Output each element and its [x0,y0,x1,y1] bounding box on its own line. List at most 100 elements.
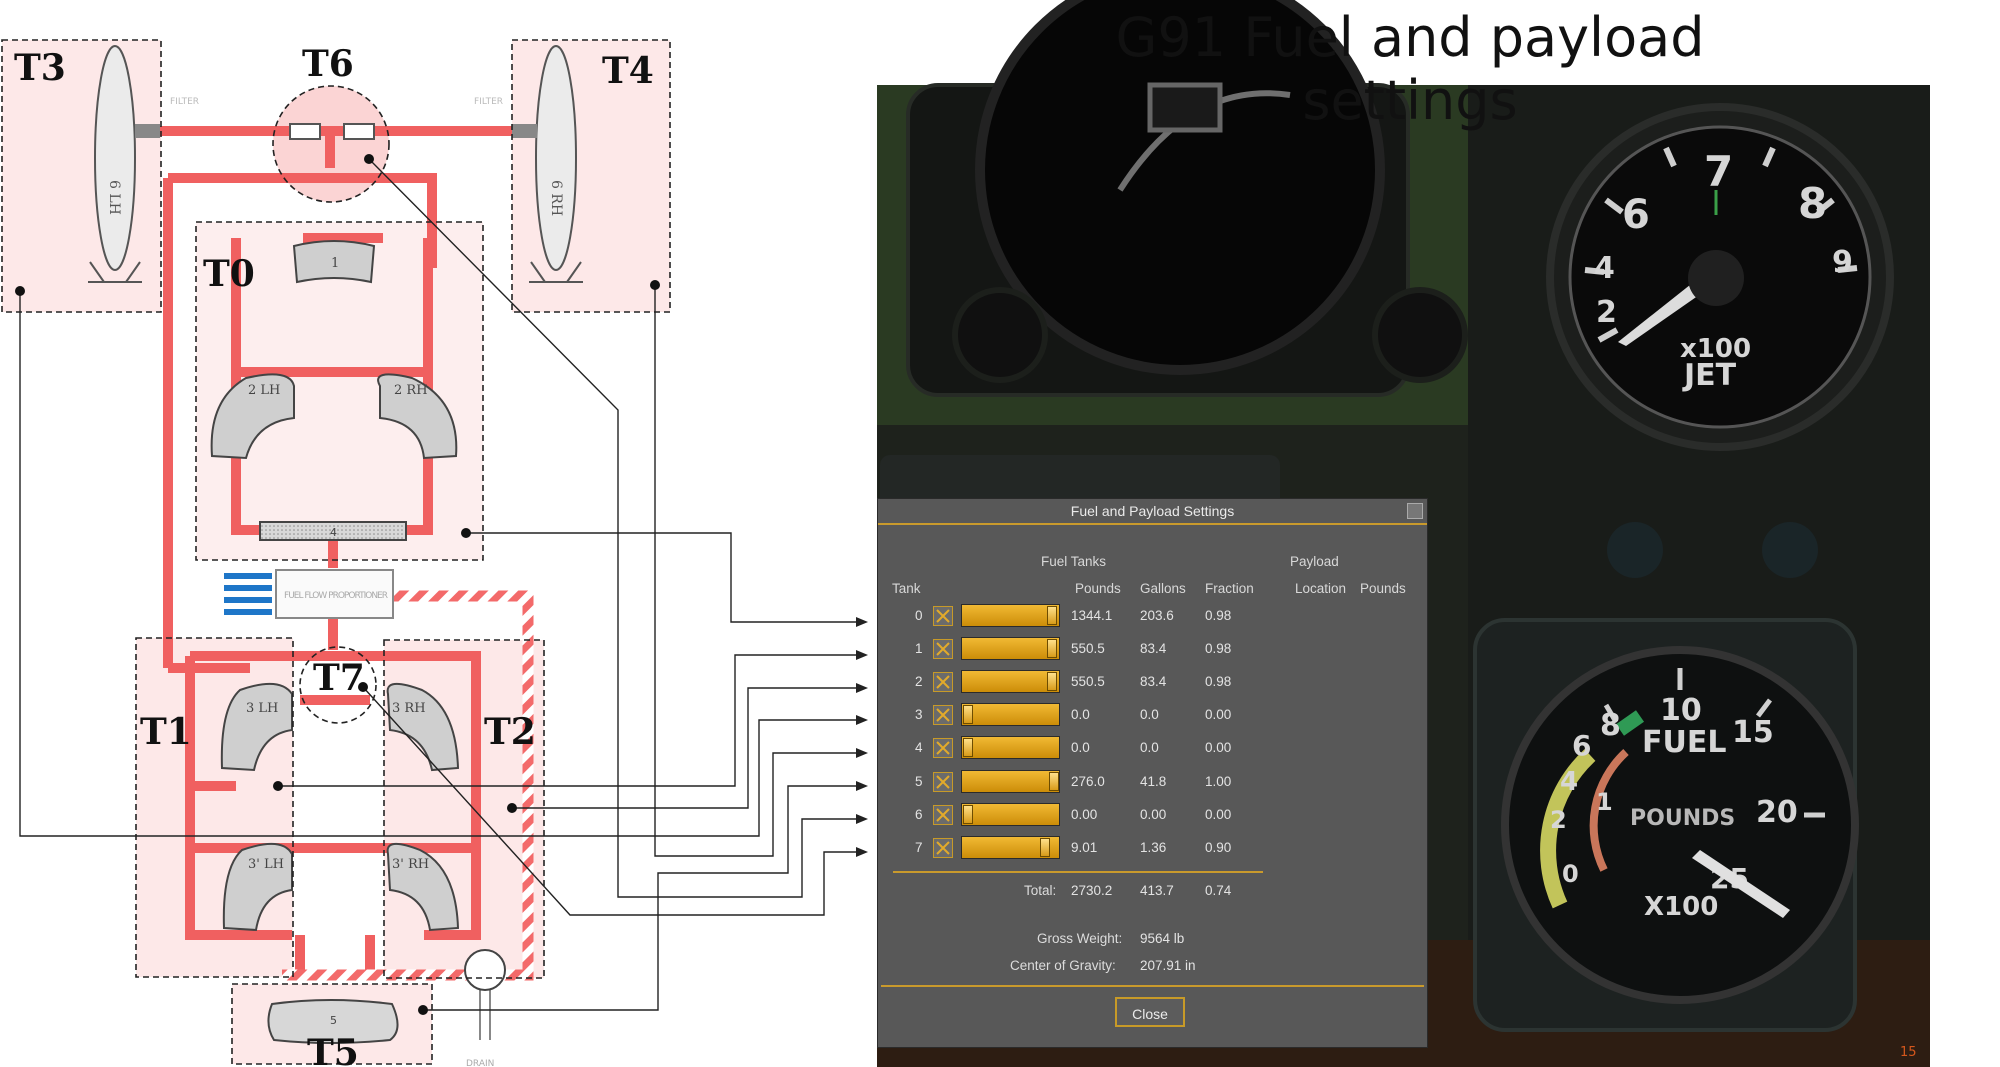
svg-text:9: 9 [1832,245,1853,280]
check-x-icon [936,675,950,689]
tank-id: 0 [915,608,923,623]
slide-page-number: 15 [1900,1045,1917,1060]
tank-enable-checkbox[interactable] [933,672,953,692]
tank-gallons: 1.36 [1140,840,1167,855]
tank-enable-checkbox[interactable] [933,705,953,725]
slider-thumb[interactable] [1047,606,1057,625]
check-x-icon [936,609,950,623]
svg-text:8: 8 [1600,708,1621,743]
tank-level-slider[interactable] [961,670,1060,693]
tank-id: 2 [915,674,923,689]
tank-gallons: 0.00 [1140,807,1167,822]
svg-text:X100: X100 [1644,892,1718,922]
col-location: Location [1295,581,1347,596]
connector-rh [512,124,537,138]
tank-level-slider[interactable] [961,604,1060,627]
tank-enable-checkbox[interactable] [933,805,953,825]
col-payload-pounds: Pounds [1360,581,1406,596]
tank-enable-checkbox[interactable] [933,838,953,858]
tank-fraction: 0.98 [1205,641,1232,656]
tank-enable-checkbox[interactable] [933,772,953,792]
tank-enable-checkbox[interactable] [933,738,953,758]
label-t1: T1 [140,711,192,753]
total-separator [893,871,1263,873]
payload-header: Payload [1290,554,1339,569]
arrowheads [856,617,868,857]
svg-text:2 LH: 2 LH [248,383,280,398]
tank-gallons: 203.6 [1140,608,1174,623]
tank-level-slider[interactable] [961,770,1060,793]
check-x-icon [936,642,950,656]
tank-enable-checkbox[interactable] [933,639,953,659]
label-t2: T2 [484,711,536,753]
label-t7: T7 [313,657,365,699]
tank-level-slider[interactable] [961,703,1060,726]
svg-text:2: 2 [1596,295,1617,330]
slider-thumb[interactable] [963,738,973,757]
svg-text:4: 4 [330,526,337,539]
tank-id: 5 [915,774,923,789]
slider-thumb[interactable] [1049,772,1059,791]
tank-gallons: 0.0 [1140,740,1159,755]
tank-id: 7 [915,840,923,855]
label-t0: T0 [203,253,255,295]
valve-right [343,123,375,140]
check-x-icon [936,808,950,822]
tank-fraction: 0.98 [1205,674,1232,689]
tank-pounds: 550.5 [1071,641,1105,656]
tank-pounds: 0.0 [1071,707,1090,722]
svg-text:2 RH: 2 RH [394,383,428,398]
tank-pounds: 276.0 [1071,774,1105,789]
dialog-close-box[interactable] [1407,503,1423,519]
tank-pounds: 9.01 [1071,840,1098,855]
slider-thumb[interactable] [1047,672,1057,691]
slider-thumb[interactable] [963,705,973,724]
drop-rh-label: 6 RH [548,180,564,216]
tank-fraction: 0.00 [1205,707,1232,722]
tank-gallons: 83.4 [1140,674,1167,689]
label-t3: T3 [14,47,66,89]
cg-label: Center of Gravity: [1010,958,1116,973]
fuel-payload-dialog: Fuel and Payload Settings Fuel Tanks Pay… [877,498,1428,1048]
total-label: Total: [1024,883,1057,898]
tank-id: 3 [915,707,923,722]
svg-text:FUEL: FUEL [1642,725,1726,760]
svg-text:5: 5 [330,1014,337,1027]
svg-text:1: 1 [1596,788,1613,816]
label-t6: T6 [302,43,354,85]
slider-thumb[interactable] [1040,838,1050,857]
tank-id: 4 [915,740,923,755]
svg-text:3' LH: 3' LH [248,857,284,872]
tank-level-slider[interactable] [961,803,1060,826]
close-button[interactable]: Close [1115,997,1185,1027]
drain-valve [464,949,506,991]
tank-fraction: 0.00 [1205,807,1232,822]
tank-gallons: 83.4 [1140,641,1167,656]
tank-fraction: 0.98 [1205,608,1232,623]
svg-text:4: 4 [1560,767,1578,797]
tank-enable-checkbox[interactable] [933,606,953,626]
connector-lh [135,124,160,138]
tank-level-slider[interactable] [961,836,1060,859]
col-tank: Tank [892,581,921,596]
svg-text:4: 4 [1594,251,1615,286]
svg-text:3 RH: 3 RH [392,701,426,716]
drop-lh-label: 6 LH [106,180,122,215]
svg-text:6: 6 [1622,192,1650,238]
slider-thumb[interactable] [1047,639,1057,658]
fuel-flow-proportioner: FUEL FLOW PROPORTIONER [224,569,394,619]
svg-text:6: 6 [1572,729,1591,762]
dialog-title: Fuel and Payload Settings [878,499,1427,525]
tank-level-slider[interactable] [961,736,1060,759]
svg-text:3 LH: 3 LH [246,701,278,716]
slider-thumb[interactable] [963,805,973,824]
tank-level-slider[interactable] [961,637,1060,660]
svg-text:JET: JET [1682,358,1737,393]
check-x-icon [936,775,950,789]
check-x-icon [936,708,950,722]
svg-text:8: 8 [1798,179,1827,228]
total-gallons: 413.7 [1140,883,1174,898]
check-x-icon [936,841,950,855]
tank-4: 4 [259,521,407,541]
fuel-schematic: 6 LH 6 RH FILTER FILTER 1 2 LH 2 RH 4 3 … [1,39,868,1067]
